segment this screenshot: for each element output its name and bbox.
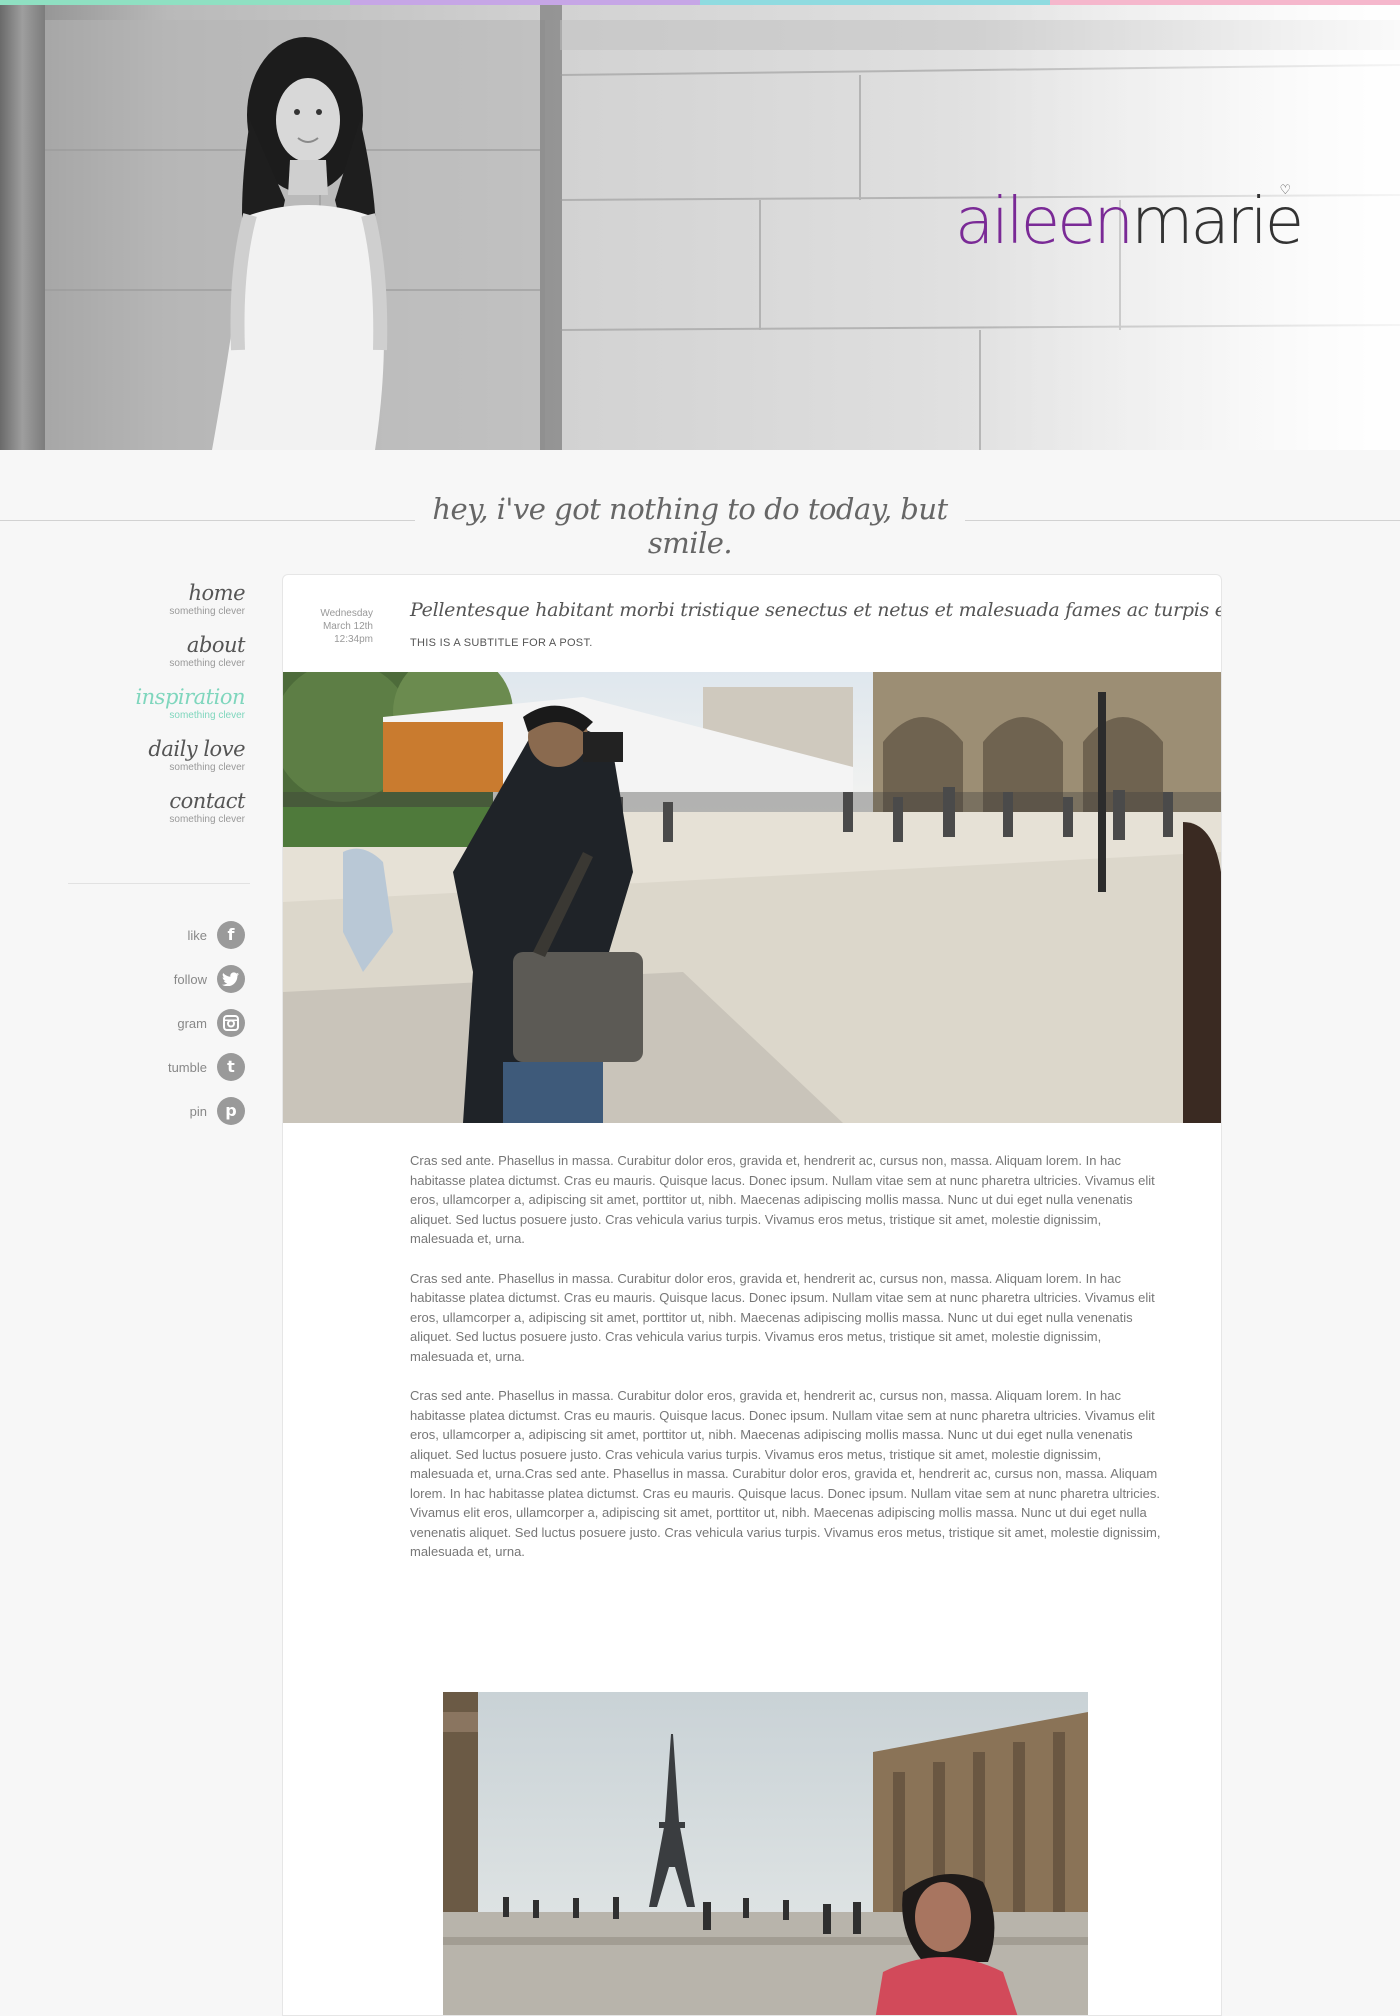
nav-sublabel: something clever — [169, 658, 245, 669]
divider-line — [0, 520, 415, 521]
street-photographer-photo — [283, 672, 1221, 1123]
heart-icon: ♡ — [1279, 183, 1292, 198]
stripe-segment — [700, 0, 1050, 5]
post-subtitle: THIS IS A SUBTITLE FOR A POST. — [410, 637, 593, 649]
social-instagram-link[interactable]: gram — [110, 1008, 245, 1038]
tagline: hey, i've got nothing to do today, but s… — [432, 492, 948, 560]
sidebar-nav: home something clever about something cl… — [100, 583, 245, 843]
post-body: Cras sed ante. Phasellus in massa. Curab… — [410, 1151, 1168, 1582]
post-photo-street-photographer — [283, 672, 1221, 1123]
social-links: like f follow gram tumble t pin p — [110, 920, 245, 1140]
nav-item-contact[interactable]: contact something clever — [100, 789, 245, 826]
blog-post: Wednesday March 12th 12:34pm Pellentesqu… — [282, 574, 1222, 2016]
social-label: follow — [173, 971, 207, 987]
nav-label: contact — [169, 789, 245, 813]
nav-sublabel: something clever — [169, 814, 245, 825]
social-twitter-link[interactable]: follow — [110, 964, 245, 994]
post-time: 12:34pm — [334, 634, 373, 645]
post-day: March 12th — [322, 621, 373, 632]
social-pinterest-link[interactable]: pin p — [110, 1096, 245, 1126]
divider-line — [965, 520, 1400, 521]
portrait-photo — [212, 37, 388, 450]
nav-label: about — [186, 633, 246, 657]
twitter-icon[interactable] — [217, 965, 245, 993]
nav-item-daily-love[interactable]: daily love something clever — [100, 737, 245, 774]
post-paragraph: Cras sed ante. Phasellus in massa. Curab… — [410, 1270, 1155, 1364]
nav-item-inspiration[interactable]: inspiration something clever — [100, 685, 245, 722]
nav-item-about[interactable]: about something clever — [100, 633, 246, 670]
social-facebook-link[interactable]: like f — [110, 920, 245, 950]
stripe-segment — [0, 0, 350, 5]
eiffel-tower-photo — [443, 1692, 1088, 2015]
tumblr-icon[interactable]: t — [217, 1053, 245, 1081]
post-date: Wednesday March 12th 12:34pm — [283, 607, 373, 646]
nav-sublabel: something clever — [169, 710, 245, 721]
tagline-section: hey, i've got nothing to do today, but s… — [0, 492, 1400, 560]
pinterest-icon[interactable]: p — [217, 1097, 245, 1125]
stripe-segment — [1050, 0, 1400, 5]
facebook-icon[interactable]: f — [217, 921, 245, 949]
post-title[interactable]: Pellentesque habitant morbi tristique se… — [410, 599, 1221, 621]
post-weekday: Wednesday — [320, 608, 373, 619]
hero-banner: aileenmarie ♡ — [0, 0, 1400, 450]
stripe-segment — [350, 0, 700, 5]
social-tumblr-link[interactable]: tumble t — [110, 1052, 245, 1082]
nav-label: daily love — [148, 737, 245, 761]
twitter-bird-glyph — [222, 972, 239, 986]
sidebar-divider — [68, 883, 250, 884]
logo-first-name: aileen — [955, 185, 1134, 259]
instagram-camera-glyph — [223, 1015, 239, 1031]
logo-last-name: marie — [1131, 185, 1304, 259]
post-paragraph: Cras sed ante. Phasellus in massa. Curab… — [410, 1153, 1155, 1246]
instagram-icon[interactable] — [217, 1009, 245, 1037]
site-logo[interactable]: aileenmarie ♡ — [955, 184, 1304, 254]
nav-label: inspiration — [135, 685, 245, 709]
social-label: like — [187, 927, 207, 943]
social-label: pin — [189, 1103, 207, 1119]
nav-label: home — [188, 581, 245, 605]
nav-sublabel: something clever — [169, 606, 245, 617]
post-paragraph: Cras sed ante. Phasellus in massa. Curab… — [410, 1388, 1161, 1559]
nav-sublabel: something clever — [169, 762, 245, 773]
social-label: tumble — [167, 1059, 207, 1075]
social-label: gram — [177, 1015, 207, 1031]
top-color-stripe — [0, 0, 1400, 5]
nav-item-home[interactable]: home something clever — [100, 581, 245, 618]
post-photo-eiffel-tower — [443, 1692, 1088, 2015]
